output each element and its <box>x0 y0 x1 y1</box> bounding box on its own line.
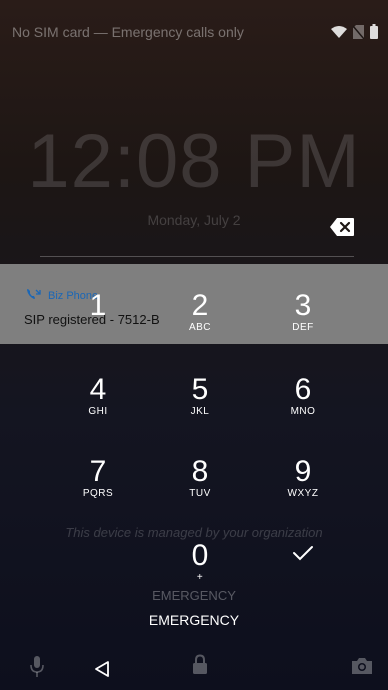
check-icon <box>292 546 314 566</box>
battery-icon <box>370 24 378 44</box>
key-2[interactable]: 2 ABC <box>160 290 240 350</box>
status-text: No SIM card — Emergency calls only <box>12 24 244 40</box>
key-digit: 0 <box>191 539 209 572</box>
key-letters: PQRS <box>82 488 114 499</box>
key-5[interactable]: 5 JKL <box>160 374 240 434</box>
key-3[interactable]: 3 DEF <box>263 290 343 350</box>
pin-entry-field[interactable] <box>40 256 354 257</box>
key-1[interactable]: 1 <box>58 290 138 350</box>
key-letters: DEF <box>292 322 314 333</box>
camera-icon[interactable] <box>352 658 372 679</box>
key-digit: 9 <box>294 455 312 488</box>
no-sim-icon <box>352 24 365 44</box>
key-digit: 7 <box>89 455 107 488</box>
managed-device-text: This device is managed by your organizat… <box>65 525 323 540</box>
key-digit: 2 <box>191 289 209 322</box>
key-letters: TUV <box>189 488 211 499</box>
key-letters: MNO <box>290 406 316 417</box>
key-letters: WXYZ <box>287 488 319 499</box>
key-letters: GHI <box>88 406 108 417</box>
key-digit: 5 <box>191 373 209 406</box>
key-4[interactable]: 4 GHI <box>58 374 138 434</box>
key-digit: 1 <box>89 289 107 322</box>
backspace-icon[interactable] <box>330 218 354 236</box>
emergency-call-button[interactable]: EMERGENCY <box>0 612 388 628</box>
navigation-bar <box>0 648 388 690</box>
status-icons <box>331 24 378 44</box>
key-6[interactable]: 6 MNO <box>263 374 343 434</box>
lock-icon <box>192 654 208 679</box>
key-digit: 3 <box>294 289 312 322</box>
wifi-icon <box>331 25 347 43</box>
key-8[interactable]: 8 TUV <box>160 456 240 516</box>
key-letters: + <box>196 572 204 583</box>
key-digit: 4 <box>89 373 107 406</box>
phone-icon <box>26 288 42 303</box>
key-digit: 8 <box>191 455 209 488</box>
status-bar: No SIM card — Emergency calls only <box>0 0 388 70</box>
emergency-label-faint: EMERGENCY <box>152 588 236 603</box>
back-icon[interactable] <box>94 660 110 683</box>
key-digit: 6 <box>294 373 312 406</box>
key-9[interactable]: 9 WXYZ <box>263 456 343 516</box>
key-7[interactable]: 7 PQRS <box>58 456 138 516</box>
lockscreen-clock: 12:08 PM <box>27 119 361 204</box>
mic-icon[interactable] <box>30 656 44 683</box>
key-letters: JKL <box>190 406 210 417</box>
key-letters: ABC <box>188 322 212 333</box>
